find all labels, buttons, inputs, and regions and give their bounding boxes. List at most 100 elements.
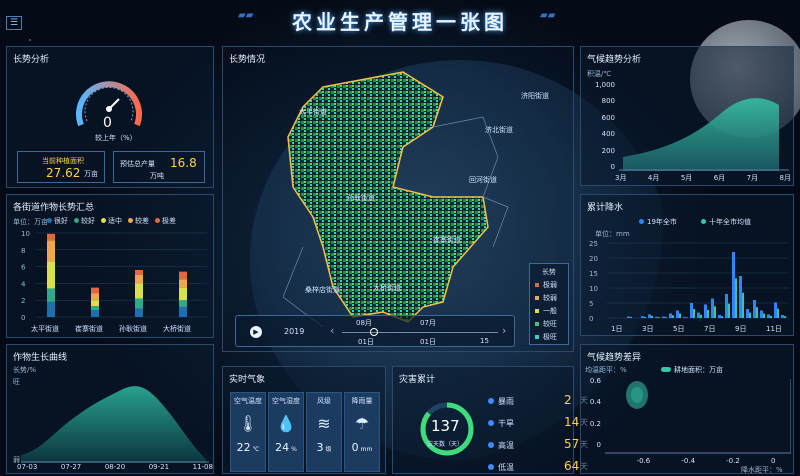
bar-segment[interactable] [179,271,187,280]
rain-avg-bar[interactable] [686,317,688,318]
rain-bar[interactable] [662,316,665,319]
timeline-next-icon[interactable]: › [502,324,506,337]
bar-segment[interactable] [135,269,143,275]
rain-avg-bar[interactable] [672,315,674,318]
bar-segment[interactable] [91,306,99,311]
rain-bar[interactable] [655,316,658,318]
rain-avg-bar[interactable] [777,308,779,318]
rain-bar[interactable] [690,303,693,318]
rain-bar[interactable] [683,317,686,318]
rain-avg-bar[interactable] [735,278,737,318]
play-icon[interactable]: ▶ [250,326,262,338]
rain-bar[interactable] [767,314,770,318]
rain-bar[interactable] [711,298,714,319]
disaster-name: 干旱 [498,419,514,428]
bar-segment[interactable] [135,275,143,284]
rain-avg-bar[interactable] [742,292,744,318]
place-label: 崔寨街道 [433,236,461,244]
timeline-bar[interactable]: ▶ 2019 ‹ › 08月 01日 07月 01日 15 [235,315,515,347]
x-tick: 08-20 [104,463,126,471]
timeline-prev-icon[interactable]: ‹ [330,324,334,337]
weather-card[interactable]: 风级 ≋ 3 级 [306,392,342,472]
rain-avg-bar[interactable] [756,307,758,318]
rain-avg-bar[interactable] [658,317,660,318]
weather-card[interactable]: 空气湿度 💧 24% [268,392,304,472]
rain-bar[interactable] [648,314,651,318]
place-label: 桑梓店街道 [305,286,340,294]
bar-segment[interactable] [47,301,55,317]
rain-avg-bar[interactable] [665,317,667,318]
rain-avg-bar[interactable] [784,316,786,318]
rain-bar[interactable] [641,316,644,318]
rain-bar[interactable] [627,316,630,319]
rain-avg-bar[interactable] [728,303,730,318]
yield-value: 16.8 [170,156,197,170]
bar-segment[interactable] [91,293,99,301]
bar-segment[interactable] [47,233,55,241]
anomaly-scatter-chart [605,379,791,454]
rain-avg-bar[interactable] [770,315,772,318]
rain-avg-bar[interactable] [714,306,716,318]
x-tick: 1日 [611,325,622,333]
panel-title: 长势情况 [229,55,266,65]
rain-avg-bar[interactable] [707,309,709,318]
bar-segment[interactable] [179,300,187,307]
rain-avg-bar[interactable] [651,315,653,318]
bar-segment[interactable] [135,298,143,309]
bar-segment[interactable] [179,279,187,288]
weather-label: 降雨量 [351,397,373,405]
weather-label: 空气温度 [234,397,262,405]
x-tick: 崔寨街道 [75,324,103,333]
bar-segment[interactable] [91,287,99,294]
bar-segment[interactable] [179,287,187,301]
rain-bar[interactable] [774,302,777,318]
bar-segment[interactable] [47,261,55,289]
bar-segment[interactable] [135,283,143,299]
bar-segment[interactable] [47,288,55,302]
bar-segment[interactable] [47,240,55,262]
rain-bar[interactable] [725,294,728,318]
gauge-value: 0 [103,115,112,131]
rain-bar[interactable] [781,315,784,318]
rain-bar[interactable] [732,252,735,318]
rain-avg-bar[interactable] [644,316,646,318]
disaster-value: 64 [564,459,580,473]
rain-bar[interactable] [760,310,763,319]
weather-icon: ≋ [317,414,331,433]
rain-bar[interactable] [753,300,756,318]
weather-label: 风级 [317,397,331,405]
rain-avg-bar[interactable] [693,309,695,318]
bar-segment[interactable] [135,308,143,317]
weather-card[interactable]: 降雨量 ☂ 0 mm [344,392,380,472]
rain-bar[interactable] [669,313,672,319]
bar-segment[interactable] [91,300,99,307]
rain-avg-bar[interactable] [630,317,632,318]
weather-card[interactable]: 空气温度 🌡 22 ℃ [230,392,266,472]
timeline-handle[interactable] [370,328,378,336]
y-tick: 4 [21,280,26,288]
panel-title: 累计降水 [587,203,624,213]
rain-avg-bar[interactable] [749,312,751,318]
rain-bar[interactable] [676,310,679,319]
y-tick: 0 [596,440,601,449]
rain-avg-bar[interactable] [700,314,702,318]
legend-label: 极弱 [543,281,557,289]
rain-avg-bar[interactable] [763,313,765,319]
y-tick: 0 [610,162,615,171]
rain-avg-bar[interactable] [679,313,681,319]
x-tick: -0.6 [636,457,651,465]
bar-segment[interactable] [179,306,187,317]
scatter-point[interactable] [631,387,643,403]
timeline-track[interactable] [342,332,498,333]
rain-bar[interactable] [746,309,749,318]
legend-dot [535,322,539,326]
y-tick: 8 [21,247,25,255]
rain-bar[interactable] [718,315,721,318]
disaster-dot [488,442,494,448]
rain-bar[interactable] [697,312,700,318]
bar-segment[interactable] [91,310,99,317]
rain-avg-bar[interactable] [721,316,723,318]
rain-bar[interactable] [739,276,742,318]
unit-label: 积温/℃ [587,70,612,78]
rain-bar[interactable] [704,304,707,319]
